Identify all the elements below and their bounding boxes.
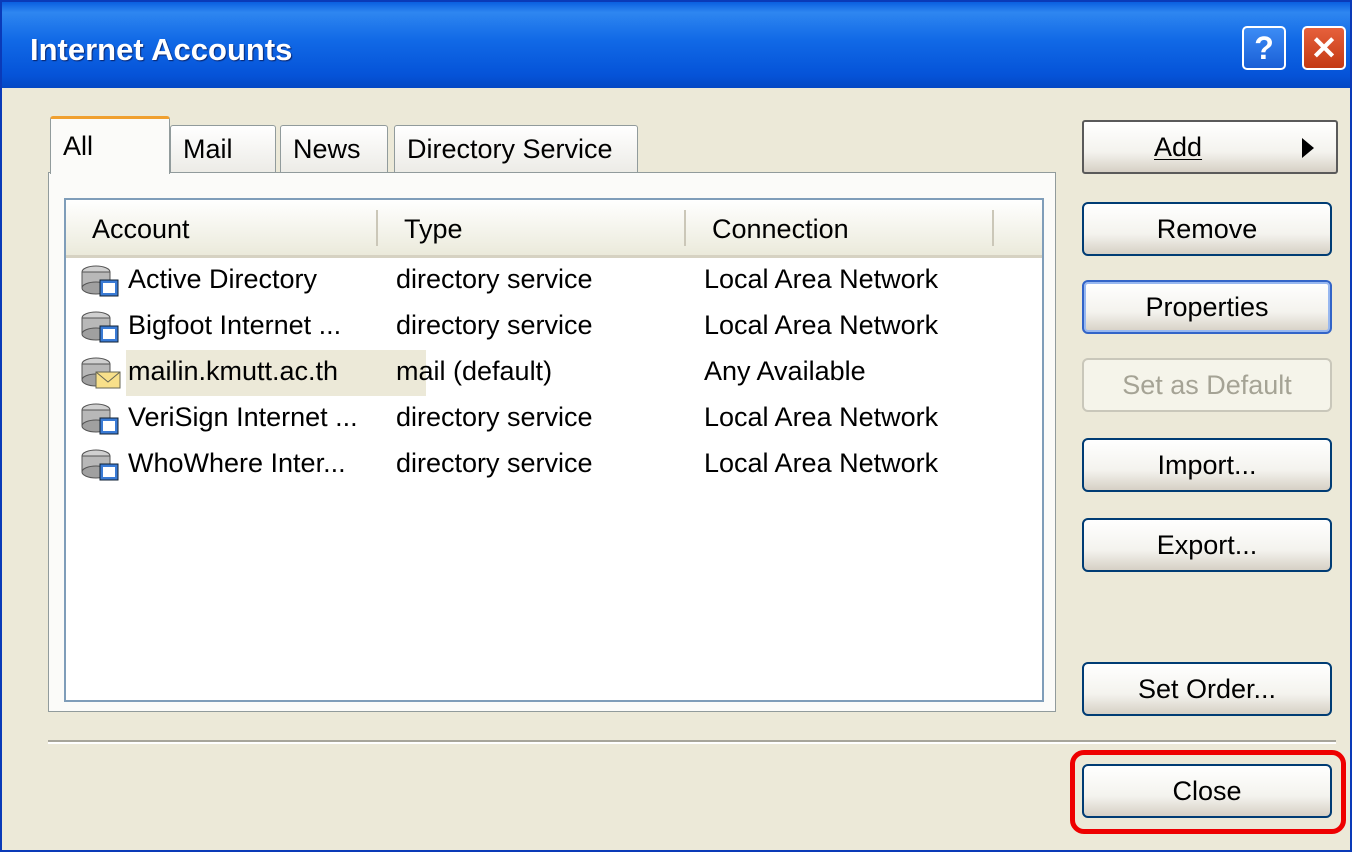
tab-label: News xyxy=(293,134,361,164)
help-button[interactable]: ? xyxy=(1242,26,1286,70)
properties-button[interactable]: Properties xyxy=(1082,280,1332,334)
account-type: directory service xyxy=(396,310,593,340)
list-item[interactable]: WhoWhere Inter... directory service Loca… xyxy=(66,442,1042,488)
tab-label: Directory Service xyxy=(407,134,613,164)
submenu-arrow-icon xyxy=(1302,138,1314,158)
mail-account-icon xyxy=(81,357,121,389)
list-item-selected[interactable]: mailin.kmutt.ac.th mail (default) Any Av… xyxy=(66,350,1042,396)
column-header-type[interactable]: Type xyxy=(404,214,463,245)
tab-directory-service[interactable]: Directory Service xyxy=(394,125,638,173)
account-type: directory service xyxy=(396,264,593,294)
account-connection: Local Area Network xyxy=(704,402,939,432)
set-as-default-button-label: Set as Default xyxy=(1122,369,1292,400)
tab-all[interactable]: All xyxy=(50,116,170,174)
account-name: mailin.kmutt.ac.th xyxy=(128,356,339,386)
account-name: Active Directory xyxy=(128,264,318,294)
set-order-button[interactable]: Set Order... xyxy=(1082,662,1332,716)
set-order-button-label: Set Order... xyxy=(1137,673,1277,704)
tab-label: All xyxy=(63,131,94,161)
account-name: WhoWhere Inter... xyxy=(128,448,346,478)
remove-button-label: Remove xyxy=(1156,213,1258,244)
account-type: directory service xyxy=(396,402,593,432)
list-header: Account Type Connection xyxy=(66,200,1042,258)
list-item[interactable]: Active Directory directory service Local… xyxy=(66,258,1042,304)
import-button-label: Import... xyxy=(1157,449,1257,480)
properties-button-label: Properties xyxy=(1145,291,1269,322)
account-connection: Any Available xyxy=(704,356,866,386)
directory-service-icon xyxy=(81,311,119,343)
add-button[interactable]: Add xyxy=(1082,120,1338,174)
import-button[interactable]: Import... xyxy=(1082,438,1332,492)
list-item[interactable]: Bigfoot Internet ... directory service L… xyxy=(66,304,1042,350)
account-type: directory service xyxy=(396,448,593,478)
tab-news[interactable]: News xyxy=(280,125,388,173)
column-divider[interactable] xyxy=(684,210,686,246)
export-button[interactable]: Export... xyxy=(1082,518,1332,572)
directory-service-icon xyxy=(81,403,119,435)
directory-service-icon xyxy=(81,449,119,481)
account-connection: Local Area Network xyxy=(704,264,939,294)
column-header-connection[interactable]: Connection xyxy=(712,214,849,245)
accounts-list[interactable]: Account Type Connection Active Directory… xyxy=(64,198,1044,702)
column-divider[interactable] xyxy=(376,210,378,246)
directory-service-icon xyxy=(81,265,119,297)
close-button-highlight xyxy=(1070,750,1346,834)
export-button-label: Export... xyxy=(1156,529,1258,560)
help-icon: ? xyxy=(1254,29,1274,66)
title-bar[interactable]: Internet Accounts ? ✕ xyxy=(2,2,1350,88)
set-as-default-button[interactable]: Set as Default xyxy=(1082,358,1332,412)
list-item[interactable]: VeriSign Internet ... directory service … xyxy=(66,396,1042,442)
tab-mail[interactable]: Mail xyxy=(170,125,276,173)
separator xyxy=(48,740,1336,744)
column-divider[interactable] xyxy=(992,210,994,246)
remove-button[interactable]: Remove xyxy=(1082,202,1332,256)
account-connection: Local Area Network xyxy=(704,448,939,478)
add-button-label: Add xyxy=(1154,131,1203,162)
close-icon: ✕ xyxy=(1310,30,1338,66)
account-name: Bigfoot Internet ... xyxy=(128,310,342,340)
window-title: Internet Accounts xyxy=(30,32,293,67)
window-close-button[interactable]: ✕ xyxy=(1302,26,1346,70)
tab-label: Mail xyxy=(183,134,233,164)
account-name: VeriSign Internet ... xyxy=(128,402,358,432)
account-type: mail (default) xyxy=(396,356,553,386)
column-header-account[interactable]: Account xyxy=(92,214,190,245)
account-connection: Local Area Network xyxy=(704,310,939,340)
